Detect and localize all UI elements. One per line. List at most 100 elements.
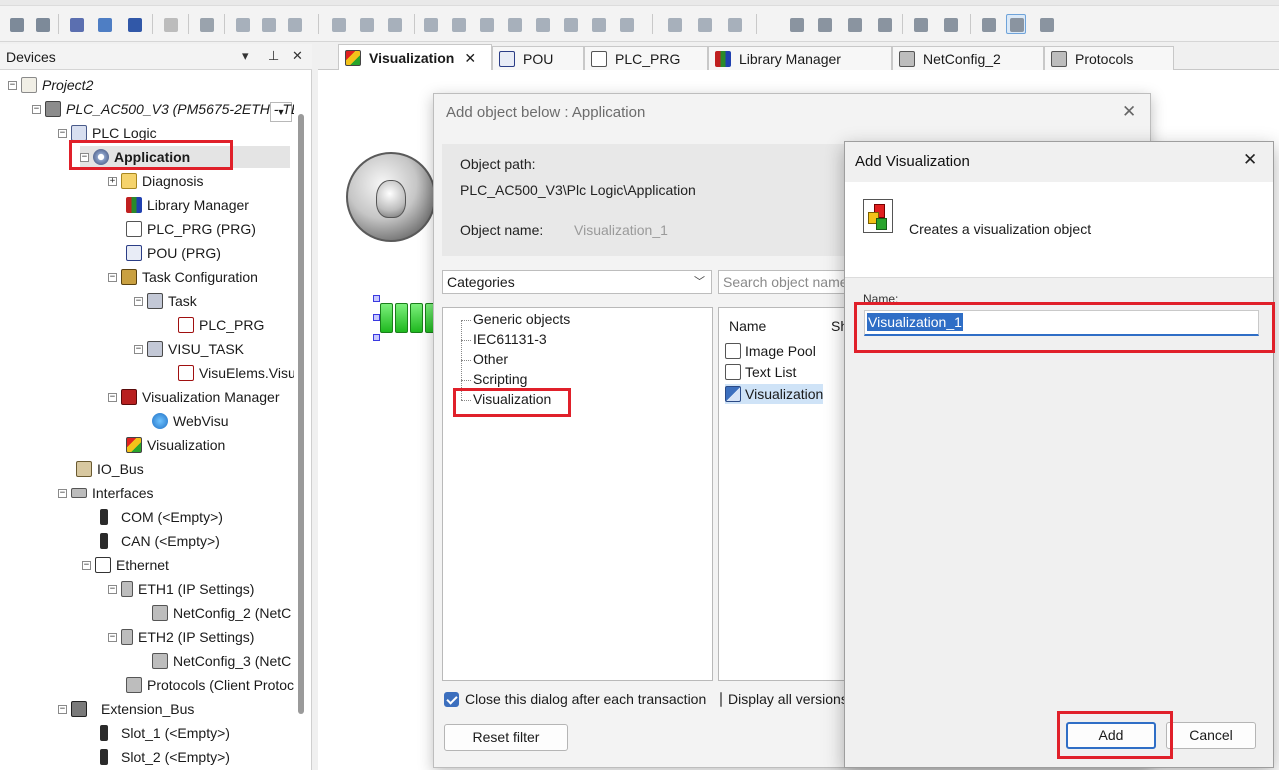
- align-bottom-button[interactable]: [384, 14, 404, 34]
- tree-item-task[interactable]: − Task: [134, 290, 197, 312]
- tab-plc-prg[interactable]: PLC_PRG: [584, 46, 708, 70]
- tree-item-ethernet[interactable]: − Ethernet: [82, 554, 169, 576]
- tree-item-slot-2[interactable]: Slot_2 (<Empty>): [100, 746, 230, 768]
- tab-visualization[interactable]: Visualization ✕: [338, 44, 492, 71]
- collapse-icon[interactable]: −: [134, 296, 143, 306]
- tree-item-visualization-manager[interactable]: − Visualization Manager: [108, 386, 280, 408]
- reset-filter-button[interactable]: Reset filter: [444, 724, 568, 751]
- toolbar-button[interactable]: [910, 14, 930, 34]
- object-image-pool[interactable]: Image Pool: [725, 341, 816, 361]
- toolbar-button[interactable]: [94, 14, 114, 34]
- send-back-button[interactable]: [814, 14, 834, 34]
- selection-handle[interactable]: [373, 314, 380, 321]
- tree-item-task-configuration[interactable]: − Task Configuration: [108, 266, 258, 288]
- align-center-button[interactable]: [258, 14, 278, 34]
- tree-item-visualization[interactable]: Visualization: [126, 434, 225, 456]
- distribute-button[interactable]: [560, 14, 580, 34]
- tree-item-plc-device[interactable]: − PLC_AC500_V3 (PM5675-2ETH - TB: [32, 98, 294, 120]
- toolbar-button[interactable]: [66, 14, 86, 34]
- toolbar-button[interactable]: [196, 14, 216, 34]
- collapse-icon[interactable]: −: [134, 344, 143, 354]
- size-button[interactable]: [724, 14, 744, 34]
- tab-library-manager[interactable]: Library Manager: [708, 46, 892, 70]
- collapse-icon[interactable]: −: [108, 392, 117, 402]
- tree-item-netconfig-3[interactable]: NetConfig_3 (NetC: [152, 650, 291, 672]
- object-text-list[interactable]: Text List: [725, 362, 796, 382]
- expand-icon[interactable]: +: [108, 176, 117, 186]
- toolbar-button[interactable]: [32, 14, 52, 34]
- pin-icon[interactable]: ⊥: [268, 48, 279, 64]
- tree-item-io-bus[interactable]: IO_Bus: [76, 458, 144, 480]
- toolbar-button[interactable]: [124, 14, 144, 34]
- toolbar-button[interactable]: [978, 14, 998, 34]
- collapse-icon[interactable]: −: [108, 584, 117, 594]
- category-generic-objects[interactable]: Generic objects: [473, 311, 570, 327]
- toolbar-button[interactable]: [1036, 14, 1056, 34]
- tree-item-eth2[interactable]: − ETH2 (IP Settings): [108, 626, 254, 648]
- devices-scrollbar[interactable]: [298, 114, 304, 714]
- bar-graph-element[interactable]: [373, 295, 438, 341]
- distribute-button[interactable]: [616, 14, 636, 34]
- group-button[interactable]: [844, 14, 864, 34]
- tree-item-task-plc-prg[interactable]: PLC_PRG: [178, 314, 264, 336]
- toolbar-button[interactable]: [6, 14, 26, 34]
- size-button[interactable]: [664, 14, 684, 34]
- panel-menu-icon[interactable]: ▾: [242, 48, 249, 64]
- tree-item-library-manager[interactable]: Library Manager: [126, 194, 249, 216]
- tree-item-plc-logic[interactable]: − PLC Logic: [58, 122, 157, 144]
- objects-column-name[interactable]: Name: [729, 318, 766, 334]
- align-right-button[interactable]: [284, 14, 304, 34]
- tree-item-extension-bus[interactable]: − Extension_Bus: [58, 698, 194, 720]
- name-input[interactable]: Visualization_1: [864, 310, 1259, 336]
- tree-item-can[interactable]: CAN (<Empty>): [100, 530, 220, 552]
- close-after-transaction-checkbox[interactable]: Close this dialog after each transaction: [444, 691, 706, 707]
- collapse-icon[interactable]: −: [82, 560, 91, 570]
- collapse-icon[interactable]: −: [108, 272, 117, 282]
- tree-item-plc-prg[interactable]: PLC_PRG (PRG): [126, 218, 256, 240]
- tree-item-slot-1[interactable]: Slot_1 (<Empty>): [100, 722, 230, 744]
- collapse-icon[interactable]: −: [80, 152, 89, 162]
- category-visualization[interactable]: Visualization: [473, 391, 551, 407]
- close-icon[interactable]: ✕: [292, 48, 303, 64]
- tree-item-visuelems[interactable]: VisuElems.Visu_: [178, 362, 294, 384]
- align-middle-button[interactable]: [356, 14, 376, 34]
- distribute-button[interactable]: [448, 14, 468, 34]
- collapse-icon[interactable]: −: [58, 128, 67, 138]
- distribute-button[interactable]: [420, 14, 440, 34]
- bring-front-button[interactable]: [786, 14, 806, 34]
- distribute-button[interactable]: [476, 14, 496, 34]
- selection-handle[interactable]: [373, 295, 380, 302]
- toolbar-button[interactable]: [160, 14, 180, 34]
- tab-pou[interactable]: POU: [492, 46, 584, 70]
- close-icon[interactable]: ✕: [1243, 150, 1257, 170]
- distribute-button[interactable]: [532, 14, 552, 34]
- tree-item-protocols[interactable]: Protocols (Client Protoc: [126, 674, 294, 696]
- toolbar-button-active[interactable]: [1006, 14, 1026, 34]
- size-button[interactable]: [694, 14, 714, 34]
- cancel-button[interactable]: Cancel: [1166, 722, 1256, 749]
- tree-item-interfaces[interactable]: − Interfaces: [58, 482, 153, 504]
- tab-netconfig-2[interactable]: NetConfig_2: [892, 46, 1044, 70]
- tree-item-visu-task[interactable]: − VISU_TASK: [134, 338, 244, 360]
- tab-protocols[interactable]: Protocols: [1044, 46, 1174, 70]
- object-visualization[interactable]: Visualization: [725, 384, 824, 404]
- add-button[interactable]: Add: [1066, 722, 1156, 749]
- checkbox-checked[interactable]: [444, 691, 459, 707]
- tree-item-eth1[interactable]: − ETH1 (IP Settings): [108, 578, 254, 600]
- close-tab-icon[interactable]: ✕: [464, 50, 476, 67]
- collapse-icon[interactable]: −: [58, 704, 67, 714]
- tree-item-com[interactable]: COM (<Empty>): [100, 506, 223, 528]
- toolbar-button[interactable]: [940, 14, 960, 34]
- search-object-input[interactable]: Search object name...: [718, 270, 848, 294]
- ungroup-button[interactable]: [874, 14, 894, 34]
- close-icon[interactable]: ✕: [1122, 102, 1136, 122]
- collapse-icon[interactable]: −: [8, 80, 17, 90]
- checkbox-unchecked[interactable]: [720, 691, 722, 707]
- rotary-knob-element[interactable]: [346, 152, 436, 242]
- distribute-button[interactable]: [588, 14, 608, 34]
- tree-item-application[interactable]: − Application: [80, 146, 290, 168]
- collapse-icon[interactable]: −: [58, 488, 67, 498]
- category-scripting[interactable]: Scripting: [473, 371, 527, 387]
- align-left-button[interactable]: [232, 14, 252, 34]
- categories-combobox[interactable]: Categories ﹀: [442, 270, 712, 294]
